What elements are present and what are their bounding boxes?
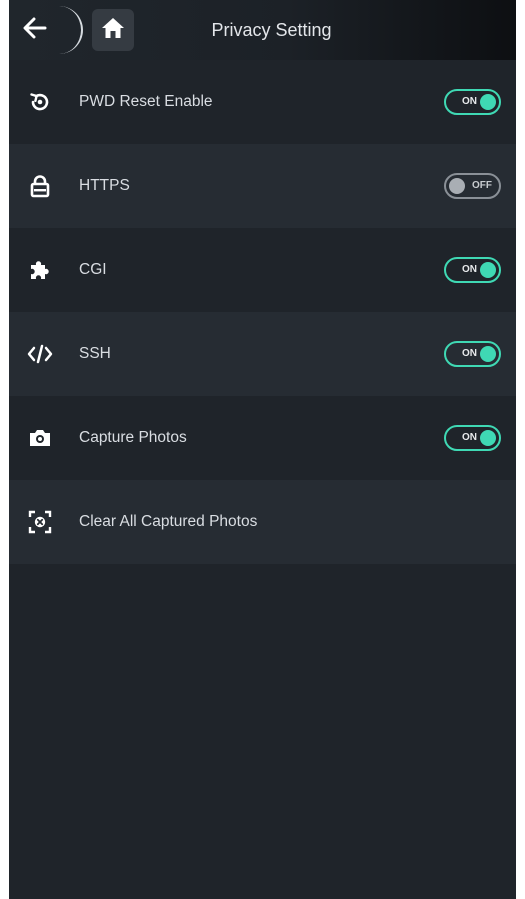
code-icon (27, 341, 53, 367)
privacy-setting-screen: Privacy Setting PWD Reset Enable ON HTTP… (9, 0, 516, 899)
settings-list: PWD Reset Enable ON HTTPS OFF CGI ON SSH… (9, 60, 516, 564)
setting-label: Capture Photos (79, 429, 187, 446)
toggle-state: ON (462, 348, 477, 359)
toggle-knob (480, 430, 496, 446)
setting-label: PWD Reset Enable (79, 93, 213, 110)
toggle-knob (480, 262, 496, 278)
capture-photos-toggle[interactable]: ON (444, 425, 501, 451)
lock-icon (27, 173, 53, 199)
cgi-toggle[interactable]: ON (444, 257, 501, 283)
setting-row-capture-photos: Capture Photos ON (9, 396, 516, 480)
camera-icon (27, 425, 53, 451)
toggle-state: ON (462, 264, 477, 275)
toggle-state: ON (462, 432, 477, 443)
toggle-state: ON (462, 96, 477, 107)
reset-icon (27, 89, 53, 115)
setting-label: Clear All Captured Photos (79, 513, 258, 530)
ssh-toggle[interactable]: ON (444, 341, 501, 367)
toggle-knob (449, 178, 465, 194)
pwd-reset-toggle[interactable]: ON (444, 89, 501, 115)
setting-label: HTTPS (79, 177, 130, 194)
setting-row-pwd-reset: PWD Reset Enable ON (9, 60, 516, 144)
https-toggle[interactable]: OFF (444, 173, 501, 199)
setting-label: SSH (79, 345, 111, 362)
clear-photos-icon (27, 509, 53, 535)
setting-label: CGI (79, 261, 107, 278)
toggle-knob (480, 346, 496, 362)
toggle-state: OFF (472, 180, 492, 191)
setting-row-ssh: SSH ON (9, 312, 516, 396)
puzzle-icon (27, 257, 53, 283)
top-bar: Privacy Setting (9, 0, 516, 60)
toggle-knob (480, 94, 496, 110)
setting-row-https: HTTPS OFF (9, 144, 516, 228)
setting-row-cgi: CGI ON (9, 228, 516, 312)
clear-captured-photos-button[interactable]: Clear All Captured Photos (9, 480, 516, 564)
page-title: Privacy Setting (211, 20, 332, 40)
